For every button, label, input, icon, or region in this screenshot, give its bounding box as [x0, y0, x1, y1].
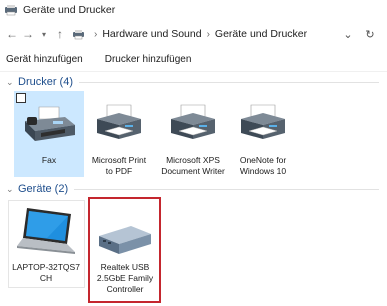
- refresh-icon[interactable]: ↻: [359, 28, 381, 41]
- printer-icon: [171, 104, 215, 139]
- breadcrumb-chevron-icon[interactable]: ›: [94, 29, 97, 40]
- device-label-line-2: 2.5GbE Family: [96, 273, 154, 283]
- command-bar: Gerät hinzufügen Drucker hinzufügen: [0, 48, 387, 72]
- control-panel-icon: [73, 29, 84, 39]
- device-label-line-2: CH: [39, 273, 53, 283]
- group-title-printers: Drucker (4): [18, 76, 74, 88]
- device-label-line-2: Document Writer: [161, 166, 225, 176]
- breadcrumb-hardware-sound[interactable]: Hardware und Sound: [102, 28, 201, 40]
- device-label-line-1: Microsoft Print: [91, 155, 147, 165]
- group-header-devices[interactable]: ⌄ Geräte (2): [6, 183, 380, 195]
- device-printer-pdf[interactable]: Microsoft Print to PDF: [84, 103, 154, 177]
- printer-icon: [97, 104, 141, 139]
- device-fax[interactable]: Fax: [14, 103, 84, 166]
- breadcrumb: › Hardware und Sound › Geräte und Drucke…: [70, 28, 307, 40]
- recent-locations-chevron-icon[interactable]: ▾: [36, 24, 52, 44]
- collapse-chevron-icon[interactable]: ⌄: [6, 184, 16, 195]
- device-label: Fax: [41, 155, 57, 165]
- laptop-icon: [17, 208, 75, 254]
- up-arrow-icon[interactable]: ↑: [52, 24, 68, 44]
- address-dropdown-chevron-icon[interactable]: ⌄: [337, 28, 359, 41]
- item-checkbox[interactable]: [16, 93, 26, 103]
- network-adapter-icon: [99, 226, 151, 254]
- back-arrow-icon[interactable]: ←: [4, 24, 20, 44]
- address-bar: ← → ▾ ↑ › Hardware und Sound › Geräte un…: [0, 20, 387, 48]
- devices-printers-icon: [5, 5, 17, 16]
- device-label-line-1: OneNote for: [239, 155, 287, 165]
- breadcrumb-devices-printers[interactable]: Geräte und Drucker: [215, 28, 307, 40]
- device-label-line-3: Controller: [106, 284, 144, 294]
- printer-icon: [241, 104, 285, 139]
- device-label-line-2: Windows 10: [239, 166, 287, 176]
- device-label-line-1: Realtek USB: [100, 262, 150, 272]
- fax-icon: [25, 106, 75, 141]
- group-title-devices: Geräte (2): [18, 183, 69, 195]
- device-label-line-2: to PDF: [105, 166, 133, 176]
- device-laptop[interactable]: LAPTOP-32TQS7 CH: [11, 206, 81, 284]
- device-realtek-adapter[interactable]: Realtek USB 2.5GbE Family Controller: [90, 222, 160, 295]
- group-divider: [74, 188, 380, 190]
- forward-arrow-icon[interactable]: →: [20, 24, 36, 44]
- add-device-button[interactable]: Gerät hinzufügen: [6, 54, 83, 65]
- group-divider: [79, 81, 380, 83]
- device-label-line-1: Microsoft XPS: [166, 155, 220, 165]
- window-title: Geräte und Drucker: [23, 4, 116, 16]
- device-label-line-1: LAPTOP-32TQS7: [12, 262, 80, 272]
- add-printer-button[interactable]: Drucker hinzufügen: [105, 54, 192, 65]
- breadcrumb-separator-icon: ›: [206, 28, 210, 40]
- title-bar: Geräte und Drucker: [0, 0, 387, 20]
- device-printer-onenote[interactable]: OneNote for Windows 10: [228, 103, 298, 177]
- group-header-printers[interactable]: ⌄ Drucker (4): [6, 76, 380, 88]
- collapse-chevron-icon[interactable]: ⌄: [6, 77, 16, 88]
- device-printer-xps[interactable]: Microsoft XPS Document Writer: [158, 103, 228, 177]
